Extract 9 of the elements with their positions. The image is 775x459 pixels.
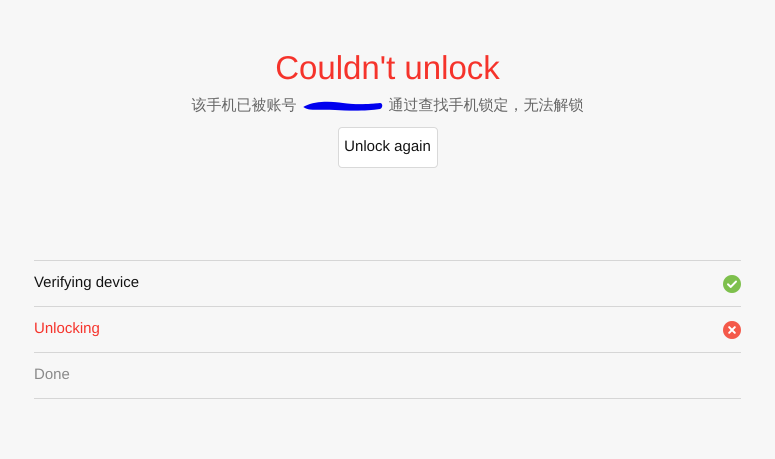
step-label: Done — [34, 365, 70, 386]
step-label: Verifying device — [34, 273, 140, 294]
step-label: Unlocking — [34, 319, 100, 340]
message-text: 通过查找手机锁定，无法解锁 — [388, 96, 584, 116]
check-icon — [723, 274, 741, 292]
error-title: Couldn't unlock — [275, 48, 500, 88]
message-text: 该手机已被账号 — [192, 96, 296, 116]
error-icon — [723, 320, 741, 338]
unlock-again-button[interactable]: Unlock again — [338, 127, 438, 168]
